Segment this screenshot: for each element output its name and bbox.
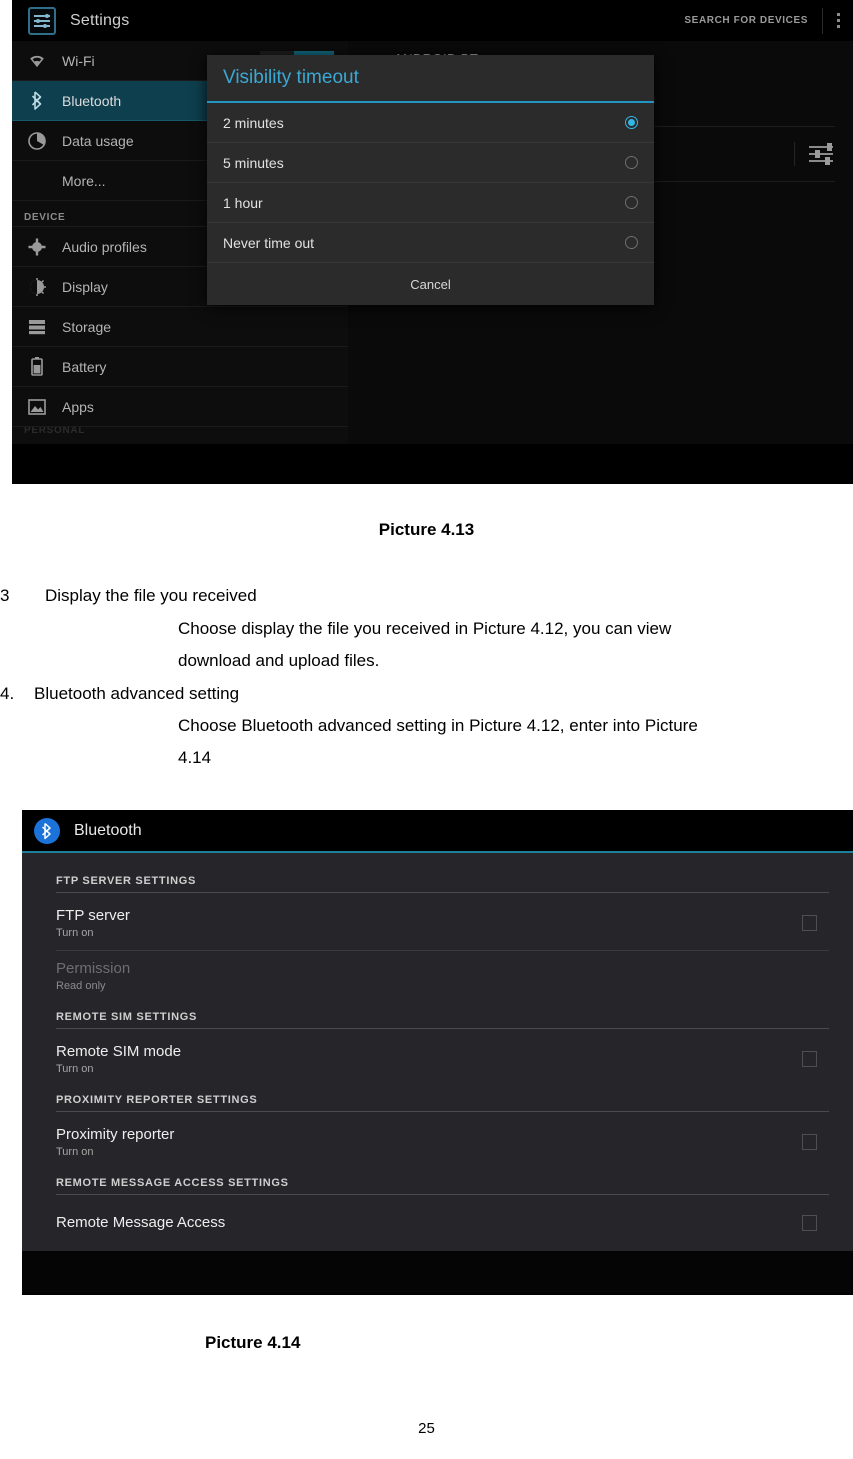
sidebar-item-apps[interactable]: Apps: [12, 387, 348, 427]
sidebar-item-label: Audio profiles: [62, 238, 147, 255]
sidebar-item-storage[interactable]: Storage: [12, 307, 348, 347]
storage-icon: [24, 316, 50, 338]
pref-summary: Turn on: [56, 1063, 94, 1075]
pref-title: Remote SIM mode: [56, 1043, 182, 1060]
data-usage-icon: [24, 130, 50, 152]
radio-button-icon[interactable]: [625, 196, 638, 209]
pref-summary: Turn on: [56, 927, 94, 939]
group-header-remote-sim: REMOTE SIM SETTINGS: [56, 1003, 829, 1029]
figure-414-screenshot: Bluetooth FTP SERVER SETTINGS FTP server…: [22, 810, 853, 1295]
pref-summary: Turn on: [56, 1146, 94, 1158]
system-navigation-bar: [12, 444, 853, 484]
pref-title: Permission: [56, 960, 131, 977]
checkbox-icon[interactable]: [802, 1051, 817, 1067]
bluetooth-action-bar: Bluetooth: [22, 810, 853, 853]
checkbox-icon[interactable]: [802, 1134, 817, 1150]
radio-button-icon[interactable]: [625, 116, 638, 129]
radio-button-icon[interactable]: [625, 156, 638, 169]
list-title-3: Display the file you received: [45, 586, 257, 605]
dialog-option-5-minutes[interactable]: 5 minutes: [207, 143, 654, 183]
screen-title: Bluetooth: [74, 821, 142, 839]
figure-413-screenshot: Settings SEARCH FOR DEVICES Wi-Fi Blueto…: [12, 0, 853, 484]
list-3-line-1: Choose display the file you received in …: [178, 619, 672, 638]
radio-button-icon[interactable]: [625, 236, 638, 249]
page-title: Settings: [70, 11, 130, 29]
sidebar-item-label: Storage: [62, 318, 112, 335]
checkbox-icon[interactable]: [802, 915, 817, 931]
list-number-4: 4.: [0, 684, 15, 703]
group-header-proximity: PROXIMITY REPORTER SETTINGS: [56, 1086, 829, 1112]
sidebar-item-label: Data usage: [62, 132, 134, 149]
overflow-menu-icon[interactable]: [823, 13, 853, 28]
list-3-line-2: download and upload files.: [178, 651, 380, 670]
pref-row-remote-message-access[interactable]: Remote Message Access: [56, 1200, 829, 1247]
dialog-option-2-minutes[interactable]: 2 minutes: [207, 103, 654, 143]
bluetooth-icon: [34, 817, 60, 844]
dialog-option-never-time-out[interactable]: Never time out: [207, 223, 654, 263]
pref-title: Remote Message Access: [56, 1214, 226, 1231]
list-4-line-2: 4.14: [178, 748, 212, 767]
wifi-icon: [24, 50, 50, 72]
system-navigation-bar: [22, 1251, 853, 1293]
option-label: 5 minutes: [223, 154, 284, 171]
sidebar-item-label: Battery: [62, 358, 107, 375]
settings-sliders-icon: [28, 6, 56, 35]
pref-title: FTP server: [56, 907, 130, 924]
apps-icon: [24, 396, 50, 418]
option-label: 2 minutes: [223, 114, 284, 131]
settings-action-bar: Settings SEARCH FOR DEVICES: [12, 0, 853, 43]
sidebar-item-battery[interactable]: Battery: [12, 347, 348, 387]
sliders-settings-icon[interactable]: [794, 142, 835, 166]
preferences-list: FTP SERVER SETTINGS FTP server Turn on P…: [22, 853, 853, 1251]
battery-icon: [24, 356, 50, 378]
pref-summary: Read only: [56, 980, 106, 992]
search-for-devices-button[interactable]: SEARCH FOR DEVICES: [684, 15, 822, 26]
pref-row-ftp-server[interactable]: FTP server Turn on: [56, 898, 829, 951]
list-title-4: Bluetooth advanced setting: [34, 684, 240, 703]
sidebar-item-label: More...: [62, 172, 106, 189]
sidebar-section-personal: PERSONAL: [24, 427, 86, 436]
display-icon: [24, 276, 50, 298]
bluetooth-icon: [24, 90, 50, 112]
figure-caption-413: Picture 4.13: [378, 520, 475, 539]
cancel-button[interactable]: Cancel: [207, 263, 654, 305]
figure-caption-414: Picture 4.14: [205, 1333, 301, 1352]
pref-row-permission: Permission Read only: [56, 951, 829, 1003]
pref-title: Proximity reporter: [56, 1126, 175, 1143]
group-header-remote-message-access: REMOTE MESSAGE ACCESS SETTINGS: [56, 1169, 829, 1195]
group-header-ftp: FTP SERVER SETTINGS: [56, 867, 829, 893]
dialog-option-1-hour[interactable]: 1 hour: [207, 183, 654, 223]
visibility-timeout-dialog: Visibility timeout 2 minutes 5 minutes 1…: [207, 55, 654, 305]
sidebar-item-label: Display: [62, 278, 108, 295]
checkbox-icon[interactable]: [802, 1214, 817, 1231]
option-label: 1 hour: [223, 194, 263, 211]
pref-row-remote-sim-mode[interactable]: Remote SIM mode Turn on: [56, 1034, 829, 1086]
sidebar-item-label: Bluetooth: [62, 92, 122, 109]
sidebar-item-label: Apps: [62, 398, 94, 415]
sidebar-item-label: Wi-Fi: [62, 52, 95, 69]
pref-row-proximity-reporter[interactable]: Proximity reporter Turn on: [56, 1117, 829, 1169]
page-number: 25: [418, 1420, 435, 1437]
list-4-line-1: Choose Bluetooth advanced setting in Pic…: [178, 716, 698, 735]
option-label: Never time out: [223, 234, 315, 251]
dialog-title: Visibility timeout: [207, 55, 654, 103]
list-number-3: 3: [0, 586, 10, 605]
audio-profiles-icon: [24, 236, 50, 258]
